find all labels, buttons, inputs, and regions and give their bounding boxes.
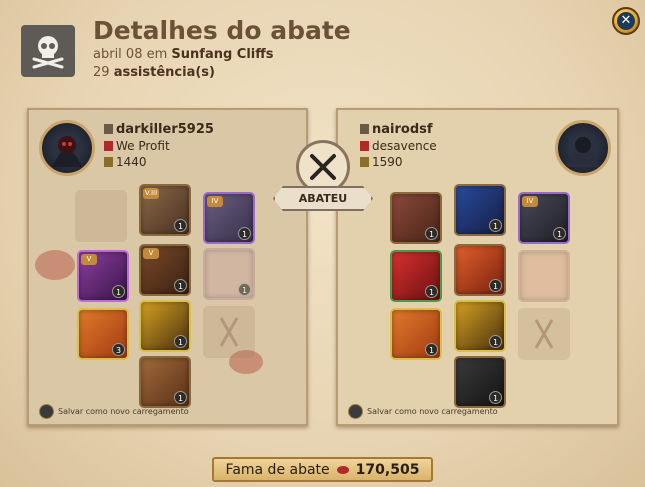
potion-slot[interactable]: 3: [77, 308, 129, 360]
tier-badge: V: [143, 248, 159, 259]
quantity-badge: 1: [238, 227, 251, 240]
shoes-slot[interactable]: 1: [139, 300, 191, 352]
kill-location: Sunfang Cliffs: [171, 47, 274, 62]
armor-slot[interactable]: V1: [139, 244, 191, 296]
save-icon: [348, 404, 363, 419]
kill-date: abril 08: [93, 47, 143, 62]
tier-badge: V: [81, 254, 97, 265]
assists-count: 29: [93, 65, 110, 80]
killer-guild: We Profit: [116, 139, 170, 153]
victim-guild-row: desavence: [360, 139, 437, 153]
quantity-badge: 1: [489, 279, 502, 292]
assists-label: assistência(s): [113, 65, 215, 80]
armor-slot[interactable]: 1: [454, 244, 506, 296]
save-icon: [39, 404, 54, 419]
killer-panel: darkiller5925 We Profit 1440 V.III 1 IV 1 …: [27, 108, 308, 426]
offhand-slot[interactable]: 1: [203, 248, 255, 300]
killer-name-row: darkiller5925: [104, 122, 214, 137]
crown-icon: [360, 124, 369, 134]
killed-label: ABATEU: [273, 186, 373, 211]
mount-slot[interactable]: 1: [139, 356, 191, 408]
victim-ip-row: 1590: [360, 155, 403, 169]
item-power-icon: [360, 157, 369, 167]
food-slot[interactable]: [518, 308, 570, 360]
kill-fame-bar: Fama de abate 170,505: [212, 457, 433, 482]
killer-avatar[interactable]: [39, 120, 95, 176]
fork-knife-icon: [534, 319, 554, 349]
killer-ip: 1440: [116, 155, 147, 169]
weapon-slot[interactable]: 1: [390, 250, 442, 302]
quantity-badge: 1: [425, 343, 438, 356]
kill-date-location: abril 08 em Sunfang Cliffs: [93, 47, 274, 62]
fame-icon: [336, 465, 349, 474]
potion-slot[interactable]: 1: [390, 308, 442, 360]
weapon-slot[interactable]: V1: [77, 250, 129, 302]
quantity-badge: 1: [553, 227, 566, 240]
killer-guild-row: We Profit: [104, 139, 170, 153]
fame-label: Fama de abate: [225, 461, 330, 478]
offhand-slot[interactable]: [518, 250, 570, 302]
guild-shield-icon: [104, 141, 113, 151]
fork-knife-icon: [219, 317, 239, 347]
close-button[interactable]: ✕: [612, 7, 640, 35]
item-power-icon: [104, 157, 113, 167]
shoes-slot[interactable]: 1: [454, 300, 506, 352]
mount-slot[interactable]: 1: [454, 356, 506, 408]
victim-name-row: nairodsf: [360, 122, 433, 137]
quantity-badge: 1: [489, 391, 502, 404]
killer-save-label: Salvar como novo carregamento: [58, 407, 189, 416]
blood-splat: [35, 250, 75, 280]
quantity-badge: 1: [425, 285, 438, 298]
killer-name: darkiller5925: [116, 122, 214, 137]
head-slot[interactable]: V.III 1: [139, 184, 191, 236]
victim-avatar[interactable]: [555, 120, 611, 176]
quantity-badge: 1: [174, 335, 187, 348]
quantity-badge: 1: [174, 279, 187, 292]
skull-icon: [21, 25, 75, 77]
cape-slot[interactable]: IV 1: [203, 192, 255, 244]
killer-save-loadout[interactable]: Salvar como novo carregamento: [39, 404, 189, 419]
quantity-badge: 1: [112, 285, 125, 298]
cape-slot[interactable]: IV 1: [518, 192, 570, 244]
page-title: Detalhes do abate: [93, 16, 351, 45]
close-icon: ✕: [617, 12, 635, 30]
killer-ip-row: 1440: [104, 155, 147, 169]
tier-badge: V.III: [143, 188, 159, 199]
quantity-badge: 1: [489, 219, 502, 232]
bag-slot[interactable]: [75, 190, 127, 242]
assists-line: 29 assistência(s): [93, 65, 215, 80]
quantity-badge: 1: [238, 283, 251, 296]
victim-panel: nairodsf desavence 1590 1 1 IV 1 1 1 1 1 …: [336, 108, 619, 426]
quantity-badge: 1: [174, 391, 187, 404]
tier-badge: IV: [522, 196, 538, 207]
victim-guild: desavence: [372, 139, 437, 153]
victim-save-loadout[interactable]: Salvar como novo carregamento: [348, 404, 498, 419]
crown-icon: [104, 124, 113, 134]
bag-slot[interactable]: 1: [390, 192, 442, 244]
tier-badge: IV: [207, 196, 223, 207]
quantity-badge: 1: [489, 335, 502, 348]
head-slot[interactable]: 1: [454, 184, 506, 236]
victim-save-label: Salvar como novo carregamento: [367, 407, 498, 416]
crossed-swords-icon: [296, 140, 350, 194]
victim-name: nairodsf: [372, 122, 433, 137]
quantity-badge: 1: [174, 219, 187, 232]
date-connector: em: [146, 47, 168, 62]
food-slot[interactable]: [203, 306, 255, 358]
guild-shield-icon: [360, 141, 369, 151]
quantity-badge: 3: [112, 343, 125, 356]
quantity-badge: 1: [425, 227, 438, 240]
victim-ip: 1590: [372, 155, 403, 169]
fame-value: 170,505: [355, 461, 420, 478]
